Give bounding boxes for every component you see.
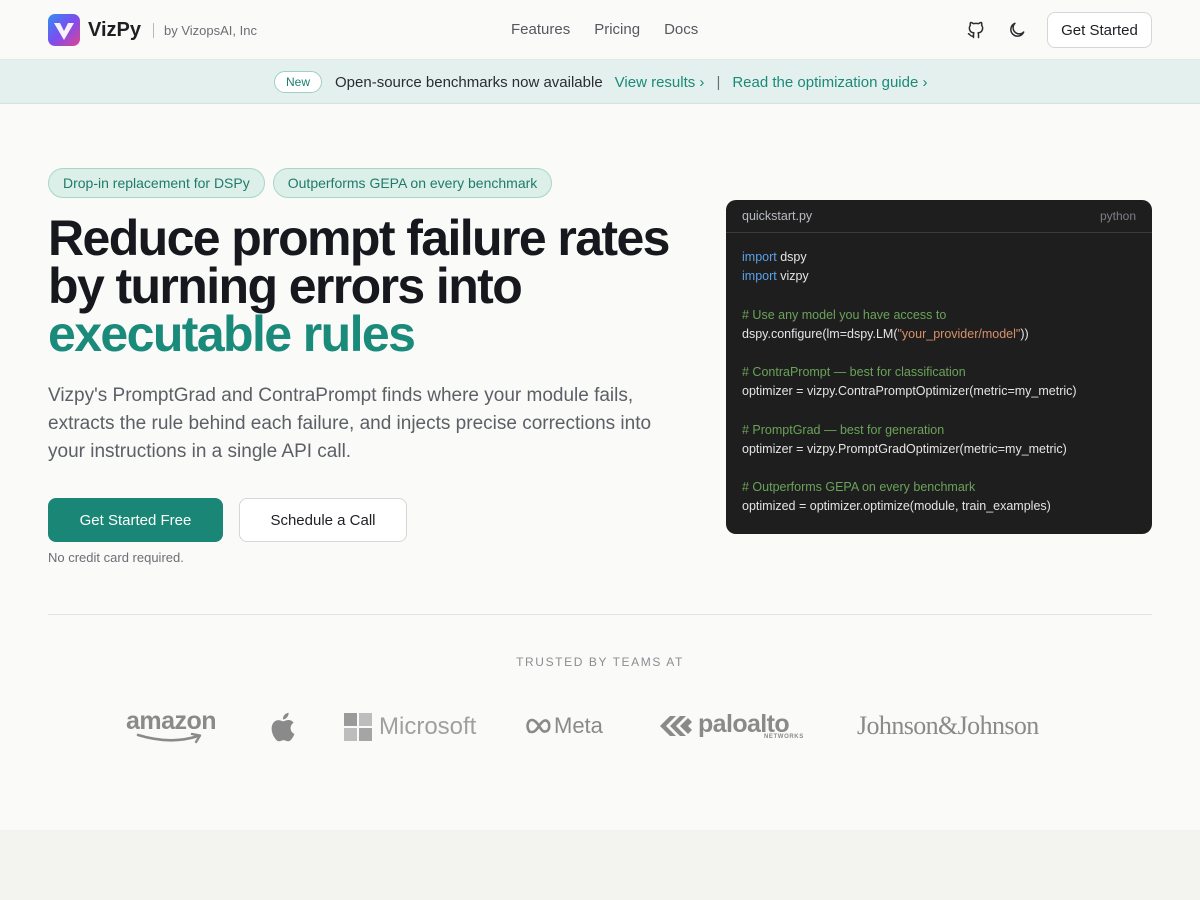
code-body[interactable]: import dspy import vizpy # Use any model y… (726, 233, 1152, 517)
paloalto-chevrons-icon (660, 716, 692, 736)
code-token: import (742, 269, 777, 284)
new-badge: New (274, 71, 323, 93)
code-token: # PromptGrad — best for generation (742, 422, 945, 437)
code-token: dspy.configure(lm=dspy.LM( (742, 326, 898, 341)
amazon-smile-icon (136, 732, 202, 744)
announcement-banner: New Open-source benchmarks now available… (0, 60, 1200, 104)
moon-icon[interactable] (1007, 20, 1027, 40)
meta-infinity-icon (526, 718, 551, 734)
code-line: import vizpy (742, 267, 1136, 286)
code-line: dspy.configure(lm=dspy.LM("your_provider… (742, 325, 1136, 344)
code-snippet-card: quickstart.py python import dspy import v… (726, 200, 1152, 534)
code-header: quickstart.py python (726, 200, 1152, 233)
banner-text: Open-source benchmarks now available (335, 73, 603, 91)
code-token: import (742, 250, 777, 264)
code-line: # ContraPrompt — best for classification (742, 363, 1136, 382)
no-credit-card-note: No credit card required. (48, 550, 184, 565)
code-token: dspy (776, 250, 807, 264)
tag-dspy-replacement: Drop-in replacement for DSPy (48, 168, 265, 198)
code-filename: quickstart.py (742, 209, 813, 223)
code-line: # PromptGrad — best for generation (742, 421, 1136, 440)
hero-subtext: Vizpy's PromptGrad and ContraPrompt find… (48, 385, 652, 462)
nav-links: Features Pricing Docs (511, 21, 698, 38)
brand[interactable]: VizPy by VizopsAI, Inc (48, 14, 257, 46)
brand-company: by VizopsAI, Inc (164, 22, 257, 38)
code-line: import dspy (742, 248, 1136, 267)
github-icon[interactable] (966, 20, 986, 40)
nav-link-pricing[interactable]: Pricing (594, 21, 640, 38)
code-language: python (1099, 209, 1136, 223)
code-line: optimizer = vizpy.PromptGradOptimizer(me… (742, 440, 1136, 459)
amazon-logo: amazon (126, 707, 217, 744)
brand-name: VizPy (88, 18, 141, 41)
paloalto-subtitle: NETWORKS (764, 734, 804, 740)
microsoft-squares-icon (344, 713, 372, 741)
code-line: # Use any model you have access to (742, 306, 1136, 325)
top-nav: VizPy by VizopsAI, Inc Features Pricing … (0, 0, 1200, 60)
johnson-johnson-logo: Johnson&Johnson (857, 711, 1039, 741)
brand-divider (153, 22, 154, 38)
code-token: "your_provider/model" (897, 326, 1021, 341)
code-token: optimizer = vizpy.ContraPromptOptimizer(… (742, 384, 1077, 399)
amazon-wordmark: amazon (126, 707, 217, 735)
code-line: optimizer = vizpy.ContraPromptOptimizer(… (742, 382, 1136, 401)
headline-accent: executable rules (48, 306, 416, 362)
meta-wordmark: Meta (554, 713, 603, 738)
code-token: optimizer = vizpy.PromptGradOptimizer(me… (742, 441, 1067, 456)
code-token: # Use any model you have access to (742, 307, 947, 322)
nav-link-features[interactable]: Features (511, 21, 570, 38)
trusted-label: TRUSTED BY TEAMS AT (516, 655, 684, 669)
vizpy-logo-icon (48, 14, 80, 46)
schedule-call-button[interactable]: Schedule a Call (239, 498, 407, 542)
code-token: # ContraPrompt — best for classification (742, 365, 966, 380)
jnj-wordmark: Johnson&Johnson (857, 711, 1039, 740)
tag-outperforms-gepa: Outperforms GEPA on every benchmark (272, 168, 553, 198)
headline-line-2: by turning errors into (48, 258, 523, 314)
get-started-button[interactable]: Get Started (1047, 12, 1152, 48)
code-line: optimized = optimizer.optimize(module, t… (742, 497, 1136, 516)
section-divider (48, 614, 1152, 615)
get-started-free-button[interactable]: Get Started Free (48, 498, 223, 542)
nav-link-docs[interactable]: Docs (664, 21, 698, 38)
banner-separator: | (716, 73, 721, 91)
code-token: optimized = optimizer.optimize(module, t… (742, 499, 1051, 514)
next-section-band (0, 830, 1200, 900)
code-line: # Outperforms GEPA on every benchmark (742, 478, 1136, 497)
view-results-link[interactable]: View results › (615, 74, 705, 91)
code-token: )) (1020, 326, 1029, 341)
optimization-guide-link[interactable]: Read the optimization guide › (732, 74, 927, 91)
headline-line-1: Reduce prompt failure rates (48, 210, 670, 266)
hero-headline: Reduce prompt failure rates by turning e… (48, 210, 708, 362)
hero-tags: Drop-in replacement for DSPy Outperforms… (48, 168, 553, 198)
microsoft-wordmark: Microsoft (379, 713, 477, 740)
code-token: vizpy (776, 269, 809, 284)
code-token: # Outperforms GEPA on every benchmark (742, 480, 976, 495)
apple-logo-icon (271, 712, 295, 742)
